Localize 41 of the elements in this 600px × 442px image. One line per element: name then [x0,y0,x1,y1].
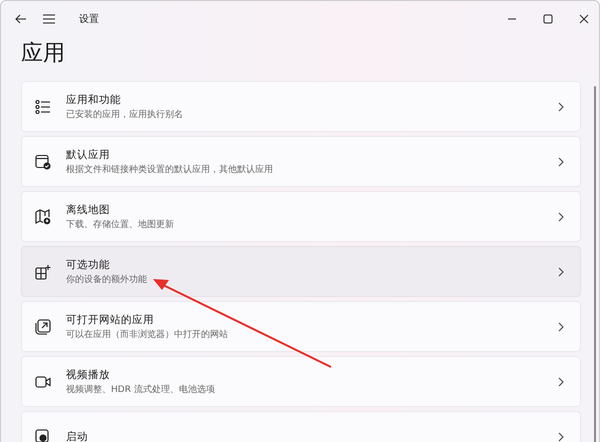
list-icon [35,98,51,114]
item-title: 默认应用 [66,148,111,162]
settings-item[interactable]: 视频播放 视频调整、HDR 流式处理、电池选项 [21,356,581,407]
open-link-icon [35,318,51,334]
item-title: 可选功能 [66,258,111,272]
item-title: 启动 [66,430,89,442]
menu-icon[interactable] [43,14,55,24]
page-heading: 应用 [21,40,66,68]
chevron-right-icon [558,212,564,222]
settings-item[interactable]: 启动 [21,411,581,442]
item-description: 可以在应用（而非浏览器）中打开的网站 [66,328,229,340]
chevron-right-icon [558,322,564,332]
settings-item[interactable]: 可选功能 你的设备的额外功能 [21,246,581,297]
item-description: 视频调整、HDR 流式处理、电池选项 [66,384,216,396]
add-grid-icon [35,264,51,280]
item-title: 可打开网站的应用 [66,312,155,326]
item-description: 根据文件和链接种类设置的默认应用，其他默认应用 [66,164,274,176]
map-icon [35,208,51,224]
close-icon[interactable] [579,14,589,24]
chevron-right-icon [558,266,564,276]
maximize-icon[interactable] [543,14,553,24]
item-description: 已安装的应用，应用执行别名 [66,108,184,120]
settings-item[interactable]: 离线地图 下载、存储位置、地图更新 [21,191,581,242]
chevron-right-icon [558,156,564,166]
settings-item[interactable]: 应用和功能 已安装的应用，应用执行别名 [21,81,581,132]
video-camera-icon [35,374,51,390]
chevron-right-icon [558,102,564,112]
scrollbar[interactable] [594,86,596,442]
item-description: 下载、存储位置、地图更新 [66,218,175,230]
settings-item[interactable]: 可打开网站的应用 可以在应用（而非浏览器）中打开的网站 [21,301,581,352]
startup-icon [35,428,51,442]
item-title: 应用和功能 [66,92,122,106]
item-title: 离线地图 [66,202,111,216]
window-check-icon [35,154,51,170]
settings-item[interactable]: 默认应用 根据文件和链接种类设置的默认应用，其他默认应用 [21,136,581,187]
item-description: 你的设备的额外功能 [66,274,148,286]
item-title: 视频播放 [66,368,111,382]
chevron-right-icon [558,432,564,442]
chevron-right-icon [558,376,564,386]
window-title: 设置 [79,12,99,26]
back-icon[interactable] [15,14,27,24]
